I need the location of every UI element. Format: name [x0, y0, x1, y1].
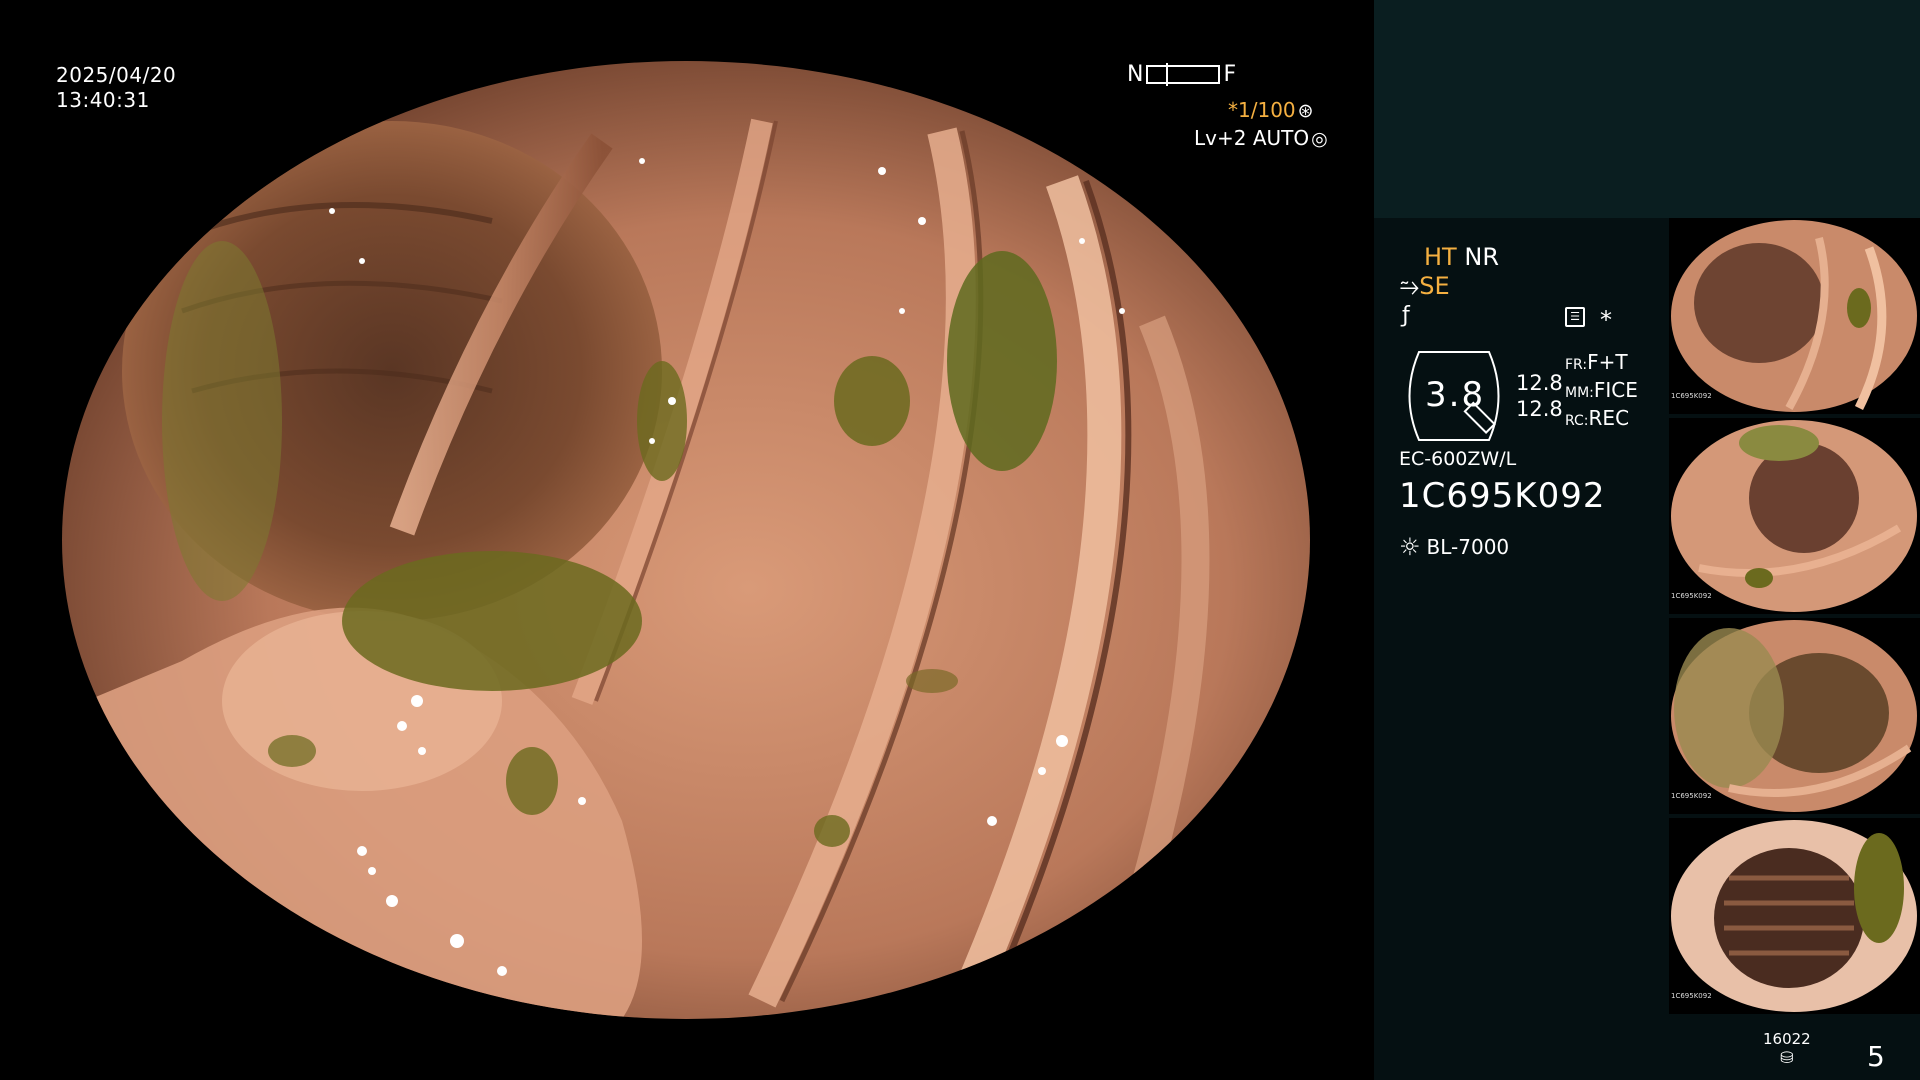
focus-indicator: N F	[1127, 62, 1236, 87]
image-count: 5	[1867, 1040, 1885, 1073]
lamp-icon: ☼	[1399, 533, 1421, 561]
nr-label: NR	[1464, 243, 1499, 271]
time-text: 13:40:31	[56, 88, 150, 112]
mm-value: FICE	[1593, 378, 1638, 402]
mm-mode: MM:FICE	[1565, 378, 1638, 406]
light-source-label: BL-7000	[1426, 535, 1510, 559]
rc-key: RC:	[1565, 413, 1589, 429]
endoscope-view	[62, 61, 1310, 1019]
focus-mark	[1166, 63, 1169, 86]
structure-enhance-icon: ⥲	[1400, 272, 1420, 300]
brightness-level: Lv+2 AUTO ◎	[1194, 126, 1328, 150]
shutter-icon: ⊛	[1297, 100, 1314, 122]
thumbnail-3[interactable]: 1C695K092	[1669, 618, 1920, 814]
se-label: SE	[1419, 272, 1450, 300]
datetime: 2025/04/20 13:40:31	[56, 63, 176, 113]
thumbnail-1[interactable]: 1C695K092	[1669, 218, 1920, 414]
ht-label: HT	[1424, 243, 1457, 271]
level-text: Lv+2 AUTO	[1194, 126, 1310, 150]
thumbnail-caption: 1C695K092	[1671, 592, 1712, 600]
zoom-value: 3.8	[1425, 375, 1486, 415]
fr-value: F+T	[1587, 350, 1628, 374]
focus-bar	[1146, 63, 1221, 86]
storage-status: 16022 ⛁	[1763, 1030, 1811, 1067]
settings-icon: ☰	[1565, 307, 1585, 327]
star-icon: *	[1600, 306, 1612, 334]
rc-value: REC	[1588, 406, 1630, 430]
thumbnail-caption: 1C695K092	[1671, 992, 1712, 1000]
auto-iris-icon: ◎	[1311, 128, 1328, 150]
ht-nr-status: HT NR	[1424, 243, 1499, 271]
disk-count: 16022	[1763, 1030, 1811, 1048]
color-enhance-icon: ƒ	[1402, 303, 1410, 328]
value-1: 12.8	[1516, 371, 1563, 395]
fr-key: FR:	[1565, 357, 1588, 373]
rc-mode: RC:REC	[1565, 406, 1638, 434]
mode-list: FR:F+T MM:FICE RC:REC	[1565, 350, 1638, 434]
focus-far-label: F	[1223, 62, 1237, 87]
date-text: 2025/04/20	[56, 63, 177, 87]
thumbnail-2[interactable]: 1C695K092	[1669, 418, 1920, 614]
shutter-text: *1/100	[1228, 98, 1296, 122]
scope-model: EC-600ZW/L	[1399, 448, 1517, 470]
disk-icon: ⛁	[1780, 1048, 1794, 1067]
capture-thumbnails: 1C695K092 1C695K092 1C695K092 1C695K092	[1669, 218, 1920, 1018]
scope-serial: 1C695K092	[1399, 476, 1606, 516]
value-2: 12.8	[1516, 397, 1563, 421]
se-status: ⥲SE	[1400, 272, 1450, 300]
settings-values: 12.8 12.8	[1516, 370, 1563, 422]
mm-key: MM:	[1565, 385, 1594, 401]
fr-mode: FR:F+T	[1565, 350, 1638, 378]
thumbnail-4[interactable]: 1C695K092	[1669, 818, 1920, 1014]
light-source: ☼ BL-7000	[1399, 533, 1509, 561]
panel-header	[1374, 0, 1920, 218]
thumbnail-caption: 1C695K092	[1671, 792, 1712, 800]
shutter-speed: *1/100 ⊛	[1228, 98, 1314, 122]
thumbnail-caption: 1C695K092	[1671, 392, 1712, 400]
focus-near-label: N	[1127, 62, 1144, 87]
